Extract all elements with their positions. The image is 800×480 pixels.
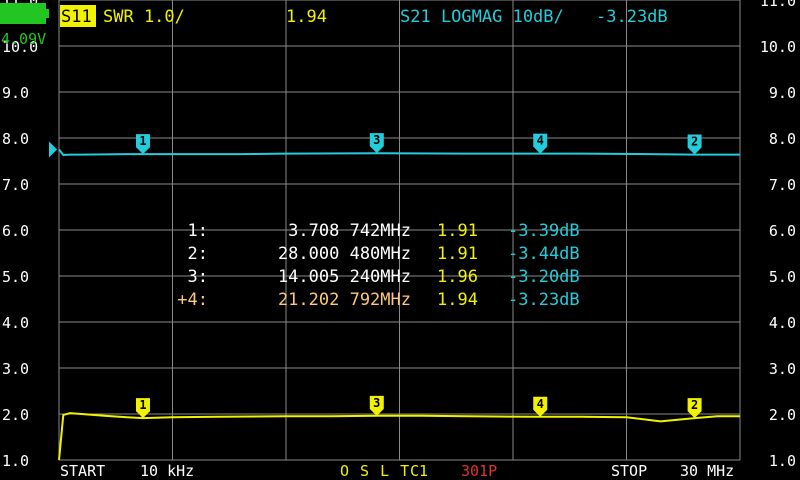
marker-swr: 1.94: [437, 290, 478, 310]
footer: START 10 kHz O S L T C1 301P STOP 30 MHz: [60, 462, 734, 480]
marker-id: 2:: [188, 244, 208, 264]
marker-id: +4:: [177, 290, 208, 310]
right-axis-tick-label: 1.0: [769, 452, 796, 470]
marker-flag-label: 4: [537, 134, 544, 148]
right-axis-tick-label: 10.0: [760, 38, 796, 56]
right-axis-tick-label: 2.0: [769, 406, 796, 424]
left-axis-tick-label: 7.0: [2, 176, 29, 194]
s21-value: -3.23dB: [596, 7, 668, 27]
stop-label[interactable]: STOP: [611, 462, 647, 480]
marker-logmag: -3.39dB: [508, 221, 580, 241]
marker-frequency: 28.000 480MHz: [278, 244, 411, 264]
vna-screen: 1 2 3 4 1 2 3 4 11.0 10.0 9.0 8.0 7.0 6.0 5.0 4.0 3.0 2.…: [0, 0, 800, 480]
marker-id: 1:: [188, 221, 208, 241]
header-s21[interactable]: S21 LOGMAG 10dB/ -3.23dB: [400, 7, 668, 27]
left-axis-tick-label: 9.0: [2, 84, 29, 102]
battery-icon: [0, 3, 46, 24]
battery-voltage: 4.09V: [1, 30, 46, 48]
s11-value: 1.94: [286, 7, 327, 27]
s11-format: SWR 1.0/: [103, 7, 185, 27]
marker-frequency: 21.202 792MHz: [278, 290, 411, 310]
marker-flag-label: 4: [537, 397, 544, 411]
marker-logmag: -3.20dB: [508, 267, 580, 287]
marker-frequency: 14.005 240MHz: [278, 267, 411, 287]
marker-flag-label: 2: [691, 135, 698, 149]
start-value[interactable]: 10 kHz: [140, 462, 194, 480]
right-axis-tick-label: 4.0: [769, 314, 796, 332]
marker-flag-label: 3: [373, 133, 380, 147]
marker-flag-label: 3: [373, 396, 380, 410]
right-axis-tick-label: 11.0: [760, 0, 796, 10]
marker-logmag: -3.23dB: [508, 290, 580, 310]
left-axis-tick-label: 6.0: [2, 222, 29, 240]
calibration-channel: C1: [410, 462, 428, 480]
s11-channel-label: S11: [61, 7, 92, 27]
left-axis-tick-label: 2.0: [2, 406, 29, 424]
marker-frequency: 3.708 742MHz: [288, 221, 411, 241]
marker-swr: 1.91: [437, 244, 478, 264]
stop-value[interactable]: 30 MHz: [680, 462, 734, 480]
marker-flag-label: 1: [139, 398, 146, 412]
right-axis-tick-label: 8.0: [769, 130, 796, 148]
marker-flag-label: 1: [139, 134, 146, 148]
left-axis-tick-label: 4.0: [2, 314, 29, 332]
right-axis-tick-label: 9.0: [769, 84, 796, 102]
marker-flag-label: 2: [691, 398, 698, 412]
calibration-status: O S L T: [340, 462, 410, 480]
left-axis-tick-label: 8.0: [2, 130, 29, 148]
right-axis-tick-label: 3.0: [769, 360, 796, 378]
right-axis-tick-label: 6.0: [769, 222, 796, 240]
marker-swr: 1.91: [437, 221, 478, 241]
right-axis-tick-label: 7.0: [769, 176, 796, 194]
start-label[interactable]: START: [60, 462, 105, 480]
left-axis-tick-label: 5.0: [2, 268, 29, 286]
sweep-points: 301P: [461, 462, 497, 480]
battery-terminal: [46, 9, 49, 18]
left-axis-tick-label: 1.0: [2, 452, 29, 470]
marker-id: 3:: [188, 267, 208, 287]
marker-swr: 1.96: [437, 267, 478, 287]
s21-format: S21 LOGMAG 10dB/: [400, 7, 564, 27]
marker-logmag: -3.44dB: [508, 244, 580, 264]
right-axis-tick-label: 5.0: [769, 268, 796, 286]
left-axis-tick-label: 3.0: [2, 360, 29, 378]
